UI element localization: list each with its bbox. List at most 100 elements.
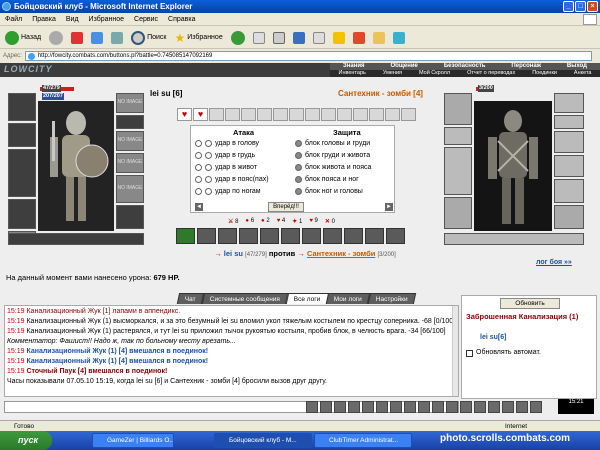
tab-chat[interactable]: Чат [176,293,204,304]
chat-tool-icon[interactable] [530,401,542,413]
slot-weapon[interactable] [8,149,36,197]
address-input[interactable]: http://fowcity.combats.com/buttons.pl?ba… [24,51,592,61]
attack-option[interactable]: удар в пояс(пах) [195,176,269,183]
action-icon[interactable] [239,228,258,244]
tab-system[interactable]: Системные сообщения [201,293,289,304]
chat-tool-icon[interactable] [348,401,360,413]
player-name[interactable]: lei su [6] [150,89,182,98]
chat-tool-icon[interactable] [390,401,402,413]
nav-skills[interactable]: Умения [383,70,402,77]
action-icon[interactable] [344,228,363,244]
chat-tool-icon[interactable] [502,401,514,413]
action-icon[interactable] [218,228,237,244]
defense-option[interactable]: блок груди и живота [295,152,370,159]
attack-go-button[interactable]: Вперёд!!! [268,202,304,212]
nav-social[interactable]: Общение [390,63,417,70]
chat-tool-icon[interactable] [418,401,430,413]
refresh-button[interactable]: Обновить [500,298,560,309]
chat-tool-icon[interactable] [488,401,500,413]
action-icon[interactable] [197,228,216,244]
nav-transfers[interactable]: Отчет о переводах [467,70,515,77]
chat-tool-icon[interactable] [334,401,346,413]
forward-button[interactable] [47,29,65,47]
enemy-slot-1[interactable] [554,93,584,113]
nav-duels[interactable]: Поединки [532,70,557,77]
menu-help[interactable]: Справка [168,13,195,25]
slot-noimage-1[interactable]: NO IMAGE [116,93,144,113]
slot-boots[interactable] [116,205,144,229]
chat-tool-icon[interactable] [376,401,388,413]
arrow-right-icon[interactable]: ► [385,203,393,211]
stop-button[interactable] [69,29,85,47]
chat-tool-icon[interactable] [516,401,528,413]
slot-armor[interactable] [8,199,36,229]
slot-amulet[interactable] [8,123,36,147]
tab-all-logs[interactable]: Все логи [285,293,329,304]
action-icon[interactable] [302,228,321,244]
online-user[interactable]: lei su[6] [480,334,506,341]
nav-exit[interactable]: Выход [567,63,587,70]
action-icon[interactable] [260,228,279,244]
print-button[interactable] [271,29,287,47]
menu-view[interactable]: Вид [66,13,79,25]
nav-knowledge[interactable]: Знания [343,63,365,70]
enemy-slot-weapon[interactable] [444,147,472,195]
task-combats[interactable]: Бойцовский клуб - M... [214,433,312,448]
attack-option[interactable]: удар в живот [195,164,257,171]
slot-noimage-2[interactable]: NO IMAGE [116,131,144,151]
nav-scroll[interactable]: Мой Скролл [419,70,450,77]
action-icon[interactable] [386,228,405,244]
action-icon[interactable] [365,228,384,244]
history-button[interactable] [229,29,247,47]
chat-tool-icon[interactable] [474,401,486,413]
favorites-button[interactable]: ★ Избранное [172,29,224,47]
slot-ring-row[interactable] [116,115,144,129]
attack-option[interactable]: удар в грудь [195,152,255,159]
mail-button[interactable] [251,29,267,47]
chat-tool-icon[interactable] [432,401,444,413]
back-button[interactable]: Назад [3,29,43,47]
belt-slots-row[interactable] [8,233,144,245]
defense-option[interactable]: блок пояса и ног [295,176,359,183]
discuss-button[interactable] [311,29,327,47]
enemy-slot-rings[interactable] [554,115,584,129]
arrow-left-icon[interactable]: ◄ [195,203,203,211]
chat-tool-icon[interactable] [404,401,416,413]
chat-scrollbar[interactable] [452,306,458,396]
nav-character[interactable]: Персонаж [511,63,541,70]
refresh-button[interactable] [89,29,105,47]
enemy-slot-amulet[interactable] [444,127,472,145]
research-button[interactable] [351,29,367,47]
chat-tool-icon[interactable] [306,401,318,413]
enemy-slot-2[interactable] [554,131,584,153]
chat-tool-icon[interactable] [320,401,332,413]
enemy-name[interactable]: Сантехник - зомби [4] [338,89,423,98]
slot-noimage-3[interactable]: NO IMAGE [116,153,144,173]
chat-tool-icon[interactable] [460,401,472,413]
attack-option[interactable]: удар по ногам [195,188,261,195]
task-gamezer[interactable]: GameZer | Billiards O... [92,433,174,448]
nav-inventory[interactable]: Инвентарь [338,70,365,77]
search-button[interactable]: Поиск [129,29,168,47]
nav-profile[interactable]: Анкета [574,70,592,77]
maximize-button[interactable]: □ [575,1,586,12]
action-icon[interactable] [323,228,342,244]
defense-option[interactable]: блок ног и головы [295,188,363,195]
enemy-slot-armor[interactable] [444,197,472,229]
defense-option[interactable]: блок головы и груди [295,140,370,147]
task-clubtimer[interactable]: ClubTimer Administrat... [314,433,412,448]
edit-button[interactable] [291,29,307,47]
tab-my-logs[interactable]: Мои логи [326,293,371,304]
enemy-slot-helmet[interactable] [444,93,472,125]
folder-button[interactable] [371,29,387,47]
tab-settings[interactable]: Настройки [368,293,417,304]
slot-noimage-4[interactable]: NO IMAGE [116,175,144,203]
attack-option[interactable]: удар в голову [195,140,259,147]
home-button[interactable] [109,29,125,47]
close-button[interactable]: × [587,1,598,12]
menu-tools[interactable]: Сервис [134,13,158,25]
extra-button[interactable] [391,29,407,47]
minimize-button[interactable]: _ [563,1,574,12]
enemy-slot-3[interactable] [554,155,584,177]
versus-enemy[interactable]: Сантехник - зомби [307,249,375,258]
